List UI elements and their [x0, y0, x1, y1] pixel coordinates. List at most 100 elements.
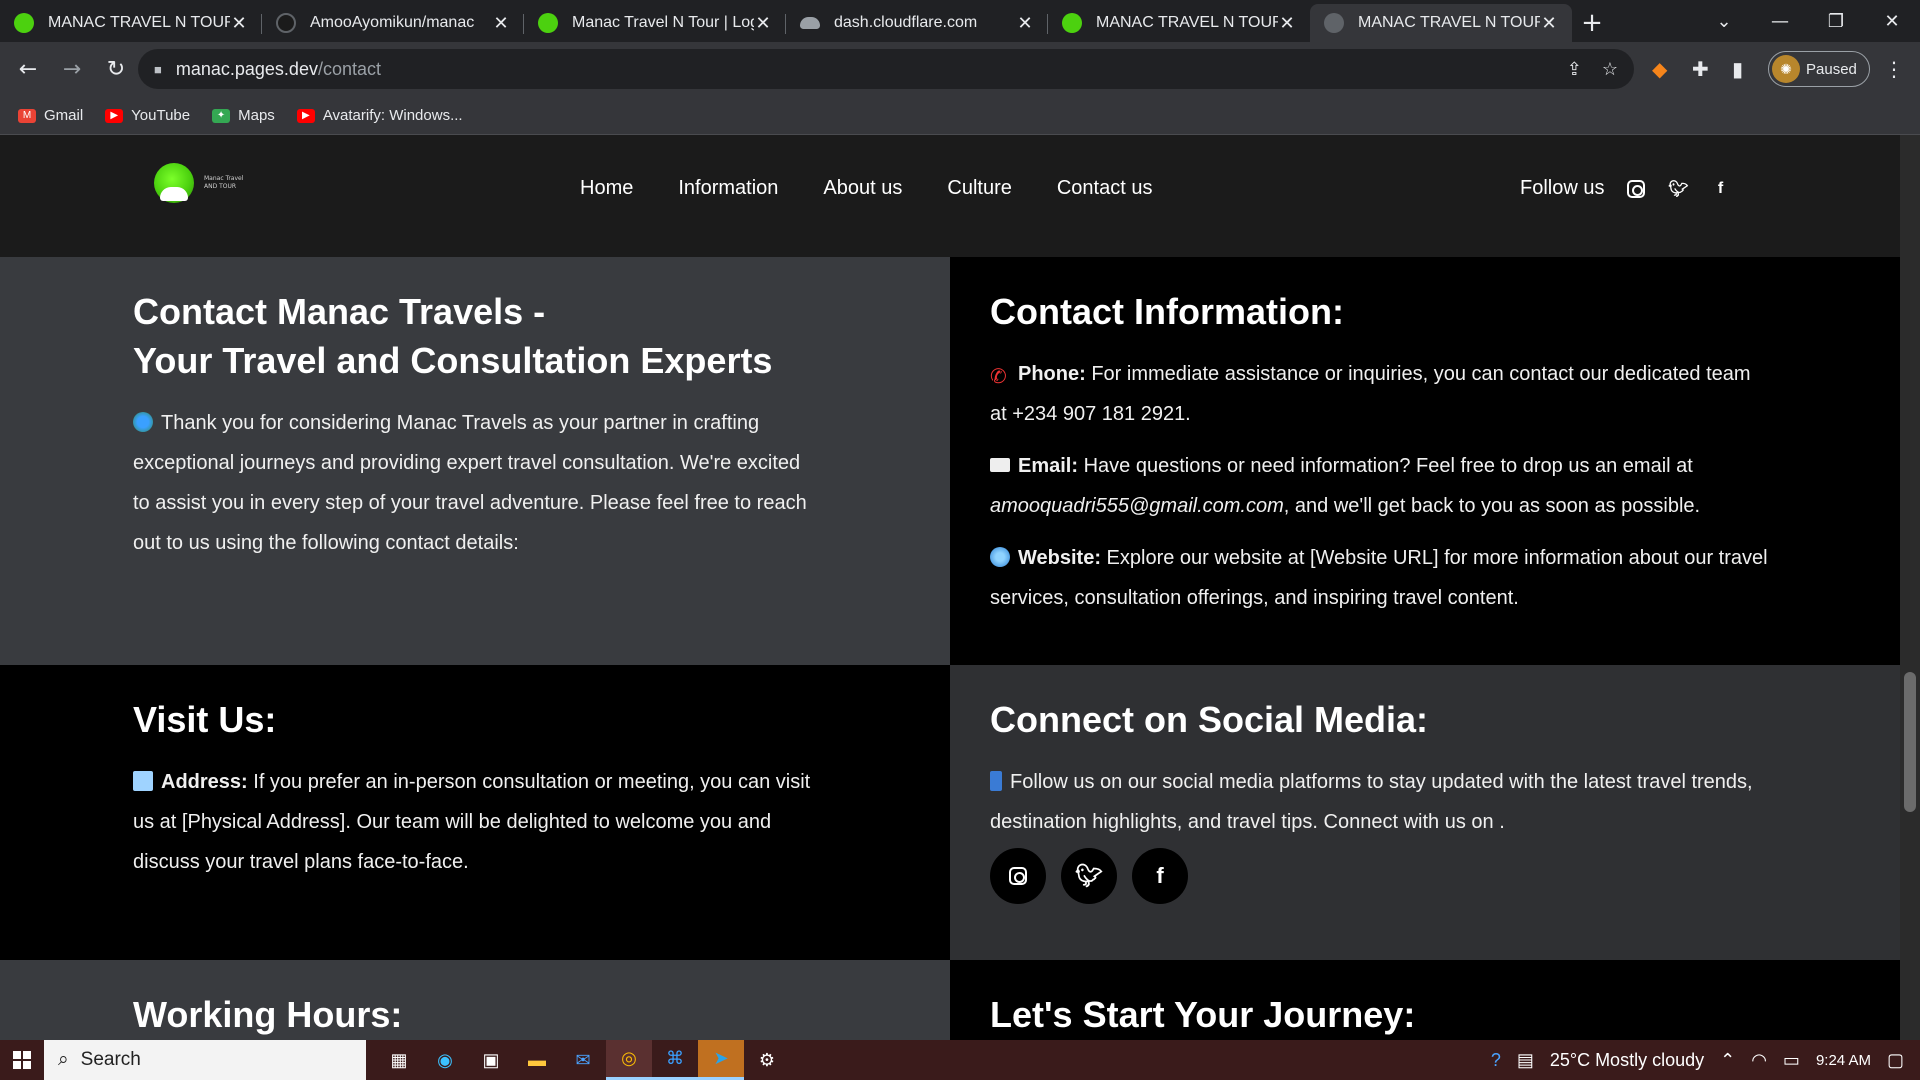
wifi-icon[interactable]: ◠ — [1751, 1050, 1767, 1071]
lock-icon: ■ — [154, 61, 162, 77]
scrollbar-thumb[interactable] — [1904, 672, 1916, 812]
telegram-icon[interactable]: ➤ — [698, 1040, 744, 1080]
edge-icon[interactable]: ◉ — [422, 1040, 468, 1080]
nav-information[interactable]: Information — [678, 177, 778, 200]
site-navbar: Manac Travel AND TOUR Home Information A… — [0, 135, 1900, 257]
store-icon[interactable]: ▣ — [468, 1040, 514, 1080]
taskbar-search[interactable]: ⌕ Search — [44, 1040, 366, 1080]
twitter-icon[interactable]: 🐦︎ — [1668, 179, 1688, 199]
nav-home[interactable]: Home — [580, 177, 633, 200]
notifications-icon[interactable]: ▢ — [1887, 1050, 1904, 1071]
logo-text: Manac Travel AND TOUR — [204, 175, 244, 190]
nav-about-us[interactable]: About us — [823, 177, 902, 200]
facebook-icon[interactable]: f — [1132, 848, 1188, 904]
main-menu: Home Information About us Culture Contac… — [580, 177, 1152, 200]
start-journey-title: Let's Start Your Journey: — [990, 994, 1416, 1035]
vscode-icon[interactable]: ⌘ — [652, 1040, 698, 1080]
tab-2[interactable]: AmooAyomikun/manac ✕ — [262, 4, 524, 42]
mail-icon[interactable]: ✉ — [560, 1040, 606, 1080]
help-icon[interactable]: ? — [1491, 1050, 1501, 1071]
social-media-text: Follow us on our social media platforms … — [990, 771, 1753, 833]
contact-info-title: Contact Information: — [990, 291, 1344, 332]
chrome-icon[interactable]: ◎ — [606, 1040, 652, 1080]
weather-text[interactable]: 25°C Mostly cloudy — [1550, 1050, 1704, 1071]
clock[interactable]: 9:24 AM — [1816, 1052, 1871, 1069]
metamask-extension-icon[interactable]: ◆ — [1652, 49, 1667, 89]
bookmark-star-icon[interactable]: ☆ — [1602, 59, 1618, 80]
forward-icon[interactable]: → — [52, 50, 92, 90]
share-icon[interactable]: ⇪ — [1567, 59, 1582, 80]
file-explorer-icon[interactable]: ▬ — [514, 1040, 560, 1080]
bookmark-youtube[interactable]: ▶ YouTube — [105, 107, 190, 124]
social-media-title: Connect on Social Media: — [990, 699, 1429, 740]
envelope-icon — [990, 458, 1010, 472]
side-panel-icon[interactable]: ▮ — [1732, 49, 1743, 89]
start-journey-section: Let's Start Your Journey: — [950, 960, 1900, 1040]
window-controls: ⌄ — ❐ ✕ — [1696, 0, 1920, 42]
tab-3[interactable]: Manac Travel N Tour | Login ✕ — [524, 4, 786, 42]
profile-paused-button[interactable]: ✺ Paused — [1768, 51, 1870, 87]
tab-6-active[interactable]: MANAC TRAVEL N TOUR ✕ — [1310, 4, 1572, 42]
close-tab-icon[interactable]: ✕ — [1016, 13, 1034, 34]
site-logo[interactable]: Manac Travel AND TOUR — [154, 163, 264, 203]
bookmark-avatarify[interactable]: ▶ Avatarify: Windows... — [296, 107, 463, 124]
back-icon[interactable]: ← — [8, 50, 48, 90]
close-tab-icon[interactable]: ✕ — [1278, 13, 1296, 34]
tab-5[interactable]: MANAC TRAVEL N TOUR ✕ — [1048, 4, 1310, 42]
reload-icon[interactable]: ↻ — [96, 50, 136, 90]
mobile-phone-icon — [990, 771, 1002, 791]
email-address[interactable]: amooquadri555@gmail.com.com — [990, 495, 1284, 517]
more-menu-icon[interactable]: ⋮ — [1884, 49, 1904, 89]
close-tab-icon[interactable]: ✕ — [230, 13, 248, 34]
close-tab-icon[interactable]: ✕ — [754, 13, 772, 34]
close-window-icon[interactable]: ✕ — [1864, 0, 1920, 42]
social-media-section: Connect on Social Media: Follow us on ou… — [950, 665, 1900, 960]
news-icon[interactable]: ▤ — [1517, 1050, 1534, 1071]
logo-ball-icon — [154, 163, 194, 203]
url-host: manac.pages.dev — [175, 58, 318, 79]
bookmark-gmail[interactable]: M Gmail — [18, 107, 83, 124]
task-view-icon[interactable]: ▦ — [376, 1040, 422, 1080]
tab-4[interactable]: dash.cloudflare.com ✕ — [786, 4, 1048, 42]
nav-culture[interactable]: Culture — [947, 177, 1011, 200]
battery-icon[interactable]: ▭ — [1783, 1050, 1800, 1071]
minimize-icon[interactable]: — — [1752, 0, 1808, 42]
page-scrollbar[interactable] — [1900, 135, 1920, 1040]
close-tab-icon[interactable]: ✕ — [1540, 13, 1558, 34]
start-button[interactable] — [0, 1040, 44, 1080]
taskbar-apps: ▦ ◉ ▣ ▬ ✉ ◎ ⌘ ➤ ⚙ — [376, 1040, 790, 1080]
url-path: /contact — [317, 58, 381, 79]
windows-logo-icon — [13, 1051, 31, 1069]
youtube-icon: ▶ — [105, 108, 124, 123]
follow-us: Follow us 🐦︎ f — [1520, 177, 1730, 200]
system-tray: ? ▤ 25°C Mostly cloudy ⌃ ◠ ▭ 9:24 AM ▢ — [1491, 1040, 1920, 1080]
address-text: Address: If you prefer an in-person cons… — [133, 771, 811, 873]
close-tab-icon[interactable]: ✕ — [492, 13, 510, 34]
facebook-icon[interactable]: f — [1710, 179, 1730, 199]
gmail-icon: M — [18, 108, 36, 123]
instagram-icon[interactable] — [1626, 179, 1646, 199]
working-hours-section: Working Hours: — [0, 960, 950, 1040]
new-tab-button[interactable]: + — [1572, 4, 1612, 42]
follow-us-label: Follow us — [1520, 177, 1605, 199]
social-buttons: 🐦︎ f — [990, 848, 1770, 904]
tab-search-icon[interactable]: ⌄ — [1696, 0, 1752, 42]
profile-status-label: Paused — [1806, 60, 1857, 78]
settings-gear-icon[interactable]: ⚙ — [744, 1040, 790, 1080]
tab-title: AmooAyomikun/manac — [310, 14, 475, 31]
instagram-icon[interactable] — [990, 848, 1046, 904]
nav-contact-us[interactable]: Contact us — [1057, 177, 1153, 200]
address-bar[interactable]: ■ manac.pages.dev/contact ⇪ ☆ — [138, 49, 1634, 89]
globe-icon — [990, 547, 1010, 567]
chevron-up-icon[interactable]: ⌃ — [1720, 1050, 1735, 1071]
windows-taskbar: ⌕ Search ▦ ◉ ▣ ▬ ✉ ◎ ⌘ ➤ ⚙ ? ▤ 25°C Most… — [0, 1040, 1920, 1080]
bookmark-maps[interactable]: ✦ Maps — [212, 107, 275, 124]
phone-icon: ✆ — [990, 366, 1007, 388]
restore-icon[interactable]: ❐ — [1808, 0, 1864, 42]
green-ball-favicon-icon — [1062, 13, 1082, 33]
working-hours-title: Working Hours: — [133, 994, 403, 1035]
extensions-puzzle-icon[interactable]: ✚ — [1692, 49, 1709, 89]
tab-1[interactable]: MANAC TRAVEL N TOUR ✕ — [0, 4, 262, 42]
github-favicon-icon — [276, 13, 296, 33]
twitter-icon[interactable]: 🐦︎ — [1061, 848, 1117, 904]
